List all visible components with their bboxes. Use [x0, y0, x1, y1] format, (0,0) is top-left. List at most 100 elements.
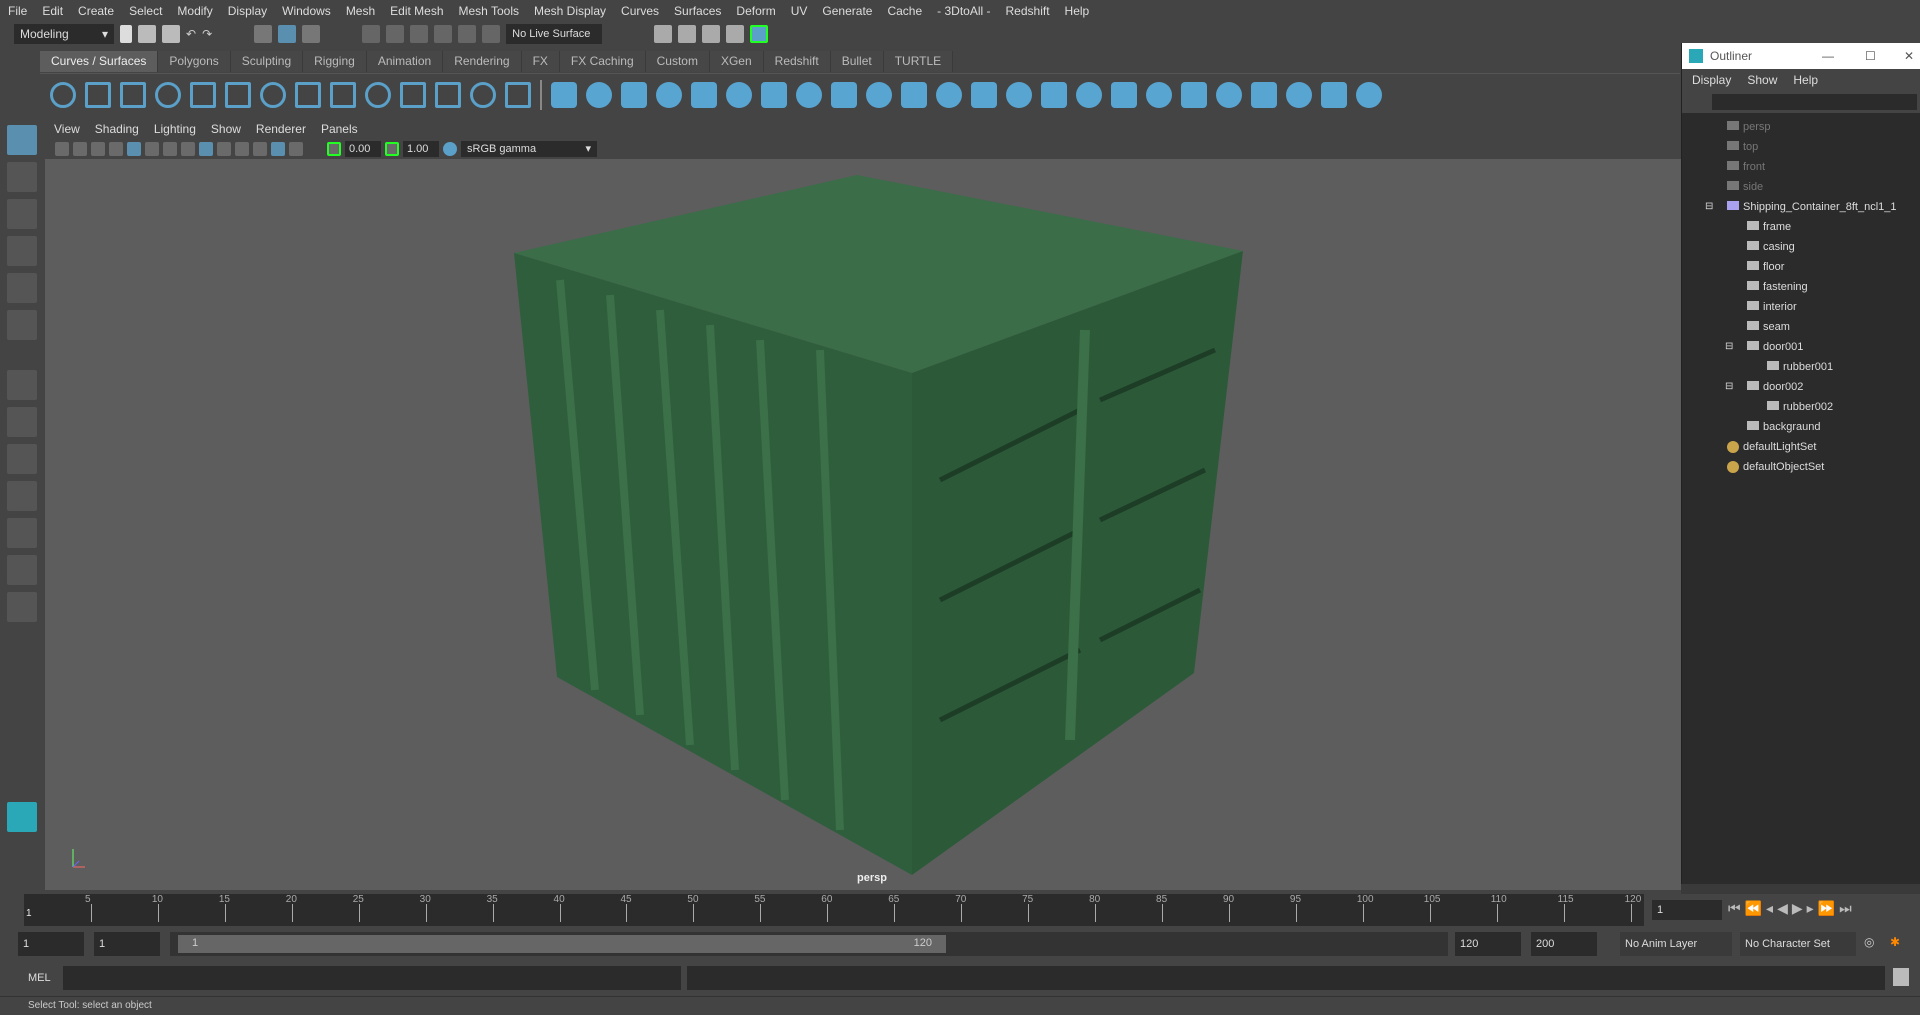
playback-start-field[interactable]: 1: [94, 932, 160, 956]
paint-select-tool-icon[interactable]: [7, 199, 37, 229]
menu-select[interactable]: Select: [129, 4, 162, 18]
current-frame-field[interactable]: 1: [1652, 900, 1722, 920]
polygon-tool-icon[interactable]: [726, 81, 752, 108]
step-forward-icon[interactable]: ▸: [1807, 900, 1818, 916]
time-slider[interactable]: 1 5 10 15 20 25 30 35 40 45 50 55 60 65 70 75 80 85 90 95 10…: [24, 894, 1644, 926]
select-tool-icon[interactable]: [7, 125, 37, 155]
polygon-tool-icon[interactable]: [971, 81, 997, 108]
viewport-menu-shading[interactable]: Shading: [95, 122, 139, 136]
outliner-item[interactable]: defaultLightSet: [1682, 437, 1920, 457]
select-hierarchy-icon[interactable]: [254, 25, 273, 43]
command-language-label[interactable]: MEL: [28, 972, 51, 984]
snap-point-icon[interactable]: [410, 25, 429, 43]
exposure-icon[interactable]: [327, 141, 341, 156]
more-layouts-icon[interactable]: [7, 592, 37, 622]
polygon-tool-icon[interactable]: [1356, 81, 1382, 108]
curve-tool-icon[interactable]: [330, 81, 356, 108]
polygon-tool-icon[interactable]: [656, 81, 682, 108]
tab-fx[interactable]: FX: [521, 51, 560, 72]
lights-icon[interactable]: [235, 141, 249, 156]
outliner-item[interactable]: ⊟ door001: [1682, 337, 1920, 357]
hypershade-icon[interactable]: [750, 25, 769, 43]
menu-generate[interactable]: Generate: [822, 4, 872, 18]
resolution-gate-icon[interactable]: [163, 141, 177, 156]
polygon-tool-icon[interactable]: [831, 81, 857, 108]
tab-rendering[interactable]: Rendering: [443, 51, 522, 72]
rotate-tool-icon[interactable]: [7, 273, 37, 303]
curve-tool-icon[interactable]: [50, 81, 76, 108]
curve-tool-icon[interactable]: [435, 81, 461, 108]
menu-windows[interactable]: Windows: [282, 4, 331, 18]
tab-xgen[interactable]: XGen: [709, 51, 764, 72]
polygon-tool-icon[interactable]: [1321, 81, 1347, 108]
viewport-persp[interactable]: persp: [45, 159, 1681, 890]
polygon-tool-icon[interactable]: [621, 81, 647, 108]
search-input[interactable]: [1712, 94, 1917, 110]
playback-end-field[interactable]: 120: [1455, 932, 1521, 956]
render-icon[interactable]: [654, 25, 673, 43]
tab-rigging[interactable]: Rigging: [303, 51, 367, 72]
outliner-item[interactable]: persp: [1682, 117, 1920, 137]
polygon-tool-icon[interactable]: [691, 81, 717, 108]
ipr-render-icon[interactable]: [702, 25, 721, 43]
character-set-dropdown[interactable]: No Character Set: [1740, 932, 1856, 956]
outliner-item[interactable]: fastening: [1682, 277, 1920, 297]
curve-tool-icon[interactable]: [365, 81, 391, 108]
outliner-item[interactable]: rubber002: [1682, 397, 1920, 417]
collapse-icon[interactable]: ⊟: [1705, 197, 1713, 217]
tab-turtle[interactable]: TURTLE: [883, 51, 954, 72]
outliner-item[interactable]: top: [1682, 137, 1920, 157]
menu-3dtoall[interactable]: - 3DtoAll -: [937, 4, 990, 18]
menu-create[interactable]: Create: [78, 4, 114, 18]
curve-tool-icon[interactable]: [260, 81, 286, 108]
polygon-tool-icon[interactable]: [1181, 81, 1207, 108]
polygon-tool-icon[interactable]: [1076, 81, 1102, 108]
curve-tool-icon[interactable]: [505, 81, 531, 108]
render-sequence-icon[interactable]: [678, 25, 697, 43]
polygon-tool-icon[interactable]: [1251, 81, 1277, 108]
polygon-tool-icon[interactable]: [1006, 81, 1032, 108]
outliner-item[interactable]: interior: [1682, 297, 1920, 317]
menu-edit-mesh[interactable]: Edit Mesh: [390, 4, 443, 18]
curve-tool-icon[interactable]: [155, 81, 181, 108]
scale-tool-icon[interactable]: [7, 310, 37, 340]
viewport-menu-lighting[interactable]: Lighting: [154, 122, 196, 136]
outliner-menu-show[interactable]: Show: [1747, 73, 1777, 87]
script-editor-icon[interactable]: [1893, 968, 1909, 986]
snap-curve-icon[interactable]: [386, 25, 405, 43]
outliner-item[interactable]: frame: [1682, 217, 1920, 237]
shadows-icon[interactable]: [253, 141, 267, 156]
outliner-item[interactable]: rubber001: [1682, 357, 1920, 377]
menu-mesh-display[interactable]: Mesh Display: [534, 4, 606, 18]
viewport-menu-view[interactable]: View: [54, 122, 80, 136]
range-slider-handle[interactable]: 1 120: [178, 935, 946, 953]
outliner-item[interactable]: ⊟ Shipping_Container_8ft_ncl1_1: [1682, 197, 1920, 217]
curve-tool-icon[interactable]: [225, 81, 251, 108]
gamma-field[interactable]: 1.00: [403, 140, 439, 157]
play-back-icon[interactable]: ◀: [1777, 900, 1792, 916]
redo-icon[interactable]: ↷: [202, 27, 212, 41]
menu-modify[interactable]: Modify: [177, 4, 212, 18]
undo-icon[interactable]: ↶: [186, 27, 196, 41]
end-time-field[interactable]: 200: [1531, 932, 1597, 956]
new-scene-icon[interactable]: [120, 25, 132, 43]
curve-tool-icon[interactable]: [470, 81, 496, 108]
bookmark-icon[interactable]: [91, 141, 105, 156]
menu-mesh[interactable]: Mesh: [346, 4, 375, 18]
curve-tool-icon[interactable]: [85, 81, 111, 108]
curve-tool-icon[interactable]: [120, 81, 146, 108]
outliner-layout-icon[interactable]: [7, 481, 37, 511]
tab-custom[interactable]: Custom: [645, 51, 710, 72]
command-input[interactable]: [63, 966, 681, 990]
exposure-field[interactable]: 0.00: [345, 140, 381, 157]
outliner-item[interactable]: floor: [1682, 257, 1920, 277]
menu-redshift[interactable]: Redshift: [1006, 4, 1050, 18]
select-object-icon[interactable]: [278, 25, 297, 43]
outliner-search[interactable]: [1682, 91, 1920, 113]
outliner-item[interactable]: seam: [1682, 317, 1920, 337]
menu-surfaces[interactable]: Surfaces: [674, 4, 721, 18]
color-space-dropdown[interactable]: sRGB gamma ▾: [461, 140, 597, 157]
curve-tool-icon[interactable]: [400, 81, 426, 108]
viewport-menu-panels[interactable]: Panels: [321, 122, 358, 136]
xray-icon[interactable]: [271, 141, 285, 156]
